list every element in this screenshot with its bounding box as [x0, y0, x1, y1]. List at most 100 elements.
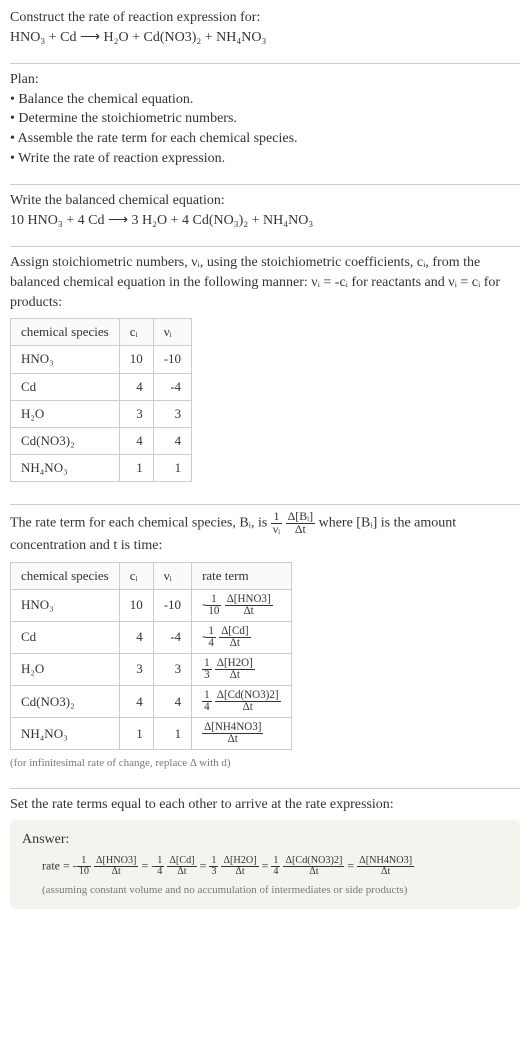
cell-v: 1: [153, 455, 191, 482]
header-section: Construct the rate of reaction expressio…: [10, 8, 520, 55]
coef-frac: 13: [202, 658, 212, 681]
plan-title: Plan:: [10, 70, 520, 90]
cell-v: 4: [153, 686, 191, 718]
header-equation: HNO₃ + Cd ⟶ H₂O + Cd(NO3)₂ + NH₄NO₃: [10, 28, 520, 48]
cell-c: 10: [119, 346, 153, 373]
plan-item: Balance the chemical equation.: [10, 90, 520, 110]
coef-frac: 14: [155, 856, 164, 877]
divider: [10, 246, 520, 247]
cell-species: Cd(NO3)₂: [11, 427, 120, 454]
cell-c: 1: [119, 455, 153, 482]
table-row: HNO₃ 10 -10: [11, 346, 192, 373]
cell-c: 4: [119, 427, 153, 454]
table-header-row: chemical species cᵢ νᵢ: [11, 319, 192, 346]
cell-c: 10: [119, 589, 153, 621]
table-row: NH₄NO₃ 1 1 Δ[NH4NO3]Δt: [11, 718, 292, 750]
cell-rate: -110 Δ[HNO3]Δt: [192, 589, 292, 621]
divider: [10, 184, 520, 185]
cell-species: Cd: [11, 621, 120, 653]
coef-frac: 110: [77, 856, 91, 877]
rateterm-formula: 1νᵢ Δ[Bᵢ]Δt: [271, 516, 319, 531]
stoich-section: Assign stoichiometric numbers, νᵢ, using…: [10, 253, 520, 496]
delta-frac: Δ[NH4NO3]Δt: [202, 722, 263, 745]
delta-frac: Δ[Cd(NO3)2]Δt: [215, 690, 281, 713]
rateterm-section: The rate term for each chemical species,…: [10, 511, 520, 779]
delta-frac: Δ[H2O]Δt: [221, 856, 258, 877]
delta-frac: Δ[NH4NO3]Δt: [357, 856, 414, 877]
rateterm-table: chemical species cᵢ νᵢ rate term HNO₃ 10…: [10, 562, 292, 751]
rate-prefix: rate =: [42, 858, 70, 872]
col-v: νᵢ: [153, 562, 191, 589]
col-species: chemical species: [11, 562, 120, 589]
coef-frac: 14: [202, 690, 212, 713]
frac-dBi-dt: Δ[Bᵢ]Δt: [286, 511, 315, 536]
cell-species: H₂O: [11, 654, 120, 686]
header-title: Construct the rate of reaction expressio…: [10, 8, 520, 28]
intro-text: The rate term for each chemical species,…: [10, 516, 271, 531]
cell-species: H₂O: [11, 400, 120, 427]
delta-frac: Δ[HNO3]Δt: [225, 594, 273, 617]
cell-v: 4: [153, 427, 191, 454]
table-row: Cd(NO3)₂ 4 4: [11, 427, 192, 454]
cell-species: NH₄NO₃: [11, 718, 120, 750]
answer-box: Answer: rate = -110 Δ[HNO3]Δt = -14 Δ[Cd…: [10, 820, 520, 908]
divider: [10, 788, 520, 789]
cell-species: Cd: [11, 373, 120, 400]
balanced-section: Write the balanced chemical equation: 10…: [10, 191, 520, 238]
cell-c: 3: [119, 654, 153, 686]
table-header-row: chemical species cᵢ νᵢ rate term: [11, 562, 292, 589]
col-c: cᵢ: [119, 319, 153, 346]
final-section: Set the rate terms equal to each other t…: [10, 795, 520, 917]
rateterm-note: (for infinitesimal rate of change, repla…: [10, 756, 520, 771]
cell-species: HNO₃: [11, 589, 120, 621]
balanced-title: Write the balanced chemical equation:: [10, 191, 520, 211]
coef-frac: 14: [271, 856, 280, 877]
rate-expression: rate = -110 Δ[HNO3]Δt = -14 Δ[Cd]Δt = 13…: [22, 856, 508, 877]
divider: [10, 504, 520, 505]
cell-rate: Δ[NH4NO3]Δt: [192, 718, 292, 750]
col-c: cᵢ: [119, 562, 153, 589]
stoich-table: chemical species cᵢ νᵢ HNO₃ 10 -10 Cd 4 …: [10, 318, 192, 482]
table-row: NH₄NO₃ 1 1: [11, 455, 192, 482]
cell-c: 4: [119, 686, 153, 718]
cell-species: HNO₃: [11, 346, 120, 373]
frac-1-over-vi: 1νᵢ: [271, 511, 282, 536]
table-row: H₂O 3 3 13 Δ[H2O]Δt: [11, 654, 292, 686]
col-species: chemical species: [11, 319, 120, 346]
cell-c: 4: [119, 621, 153, 653]
coef-frac: 110: [206, 594, 221, 617]
table-row: Cd(NO3)₂ 4 4 14 Δ[Cd(NO3)2]Δt: [11, 686, 292, 718]
cell-v: -10: [153, 346, 191, 373]
cell-c: 1: [119, 718, 153, 750]
final-title: Set the rate terms equal to each other t…: [10, 795, 520, 815]
final-note: (assuming constant volume and no accumul…: [22, 883, 508, 898]
cell-rate: 13 Δ[H2O]Δt: [192, 654, 292, 686]
col-v: νᵢ: [153, 319, 191, 346]
cell-v: -4: [153, 621, 191, 653]
rateterm-intro: The rate term for each chemical species,…: [10, 511, 520, 555]
coef-frac: 13: [209, 856, 218, 877]
table-row: Cd 4 -4 -14 Δ[Cd]Δt: [11, 621, 292, 653]
table-row: H₂O 3 3: [11, 400, 192, 427]
delta-frac: Δ[Cd]Δt: [167, 856, 196, 877]
col-rate: rate term: [192, 562, 292, 589]
stoich-intro: Assign stoichiometric numbers, νᵢ, using…: [10, 253, 520, 312]
table-row: Cd 4 -4: [11, 373, 192, 400]
plan-item: Assemble the rate term for each chemical…: [10, 129, 520, 149]
table-row: HNO₃ 10 -10 -110 Δ[HNO3]Δt: [11, 589, 292, 621]
delta-frac: Δ[H2O]Δt: [215, 658, 255, 681]
answer-label: Answer:: [22, 830, 508, 850]
coef-frac: 14: [206, 626, 216, 649]
cell-species: Cd(NO3)₂: [11, 686, 120, 718]
cell-v: 3: [153, 400, 191, 427]
cell-species: NH₄NO₃: [11, 455, 120, 482]
plan-item: Write the rate of reaction expression.: [10, 149, 520, 169]
delta-frac: Δ[Cd(NO3)2]Δt: [283, 856, 344, 877]
cell-c: 3: [119, 400, 153, 427]
plan-list: Balance the chemical equation. Determine…: [10, 90, 520, 168]
balanced-equation: 10 HNO₃ + 4 Cd ⟶ 3 H₂O + 4 Cd(NO₃)₂ + NH…: [10, 211, 520, 231]
delta-frac: Δ[HNO3]Δt: [94, 856, 139, 877]
delta-frac: Δ[Cd]Δt: [219, 626, 250, 649]
plan-section: Plan: Balance the chemical equation. Det…: [10, 70, 520, 176]
cell-v: -4: [153, 373, 191, 400]
